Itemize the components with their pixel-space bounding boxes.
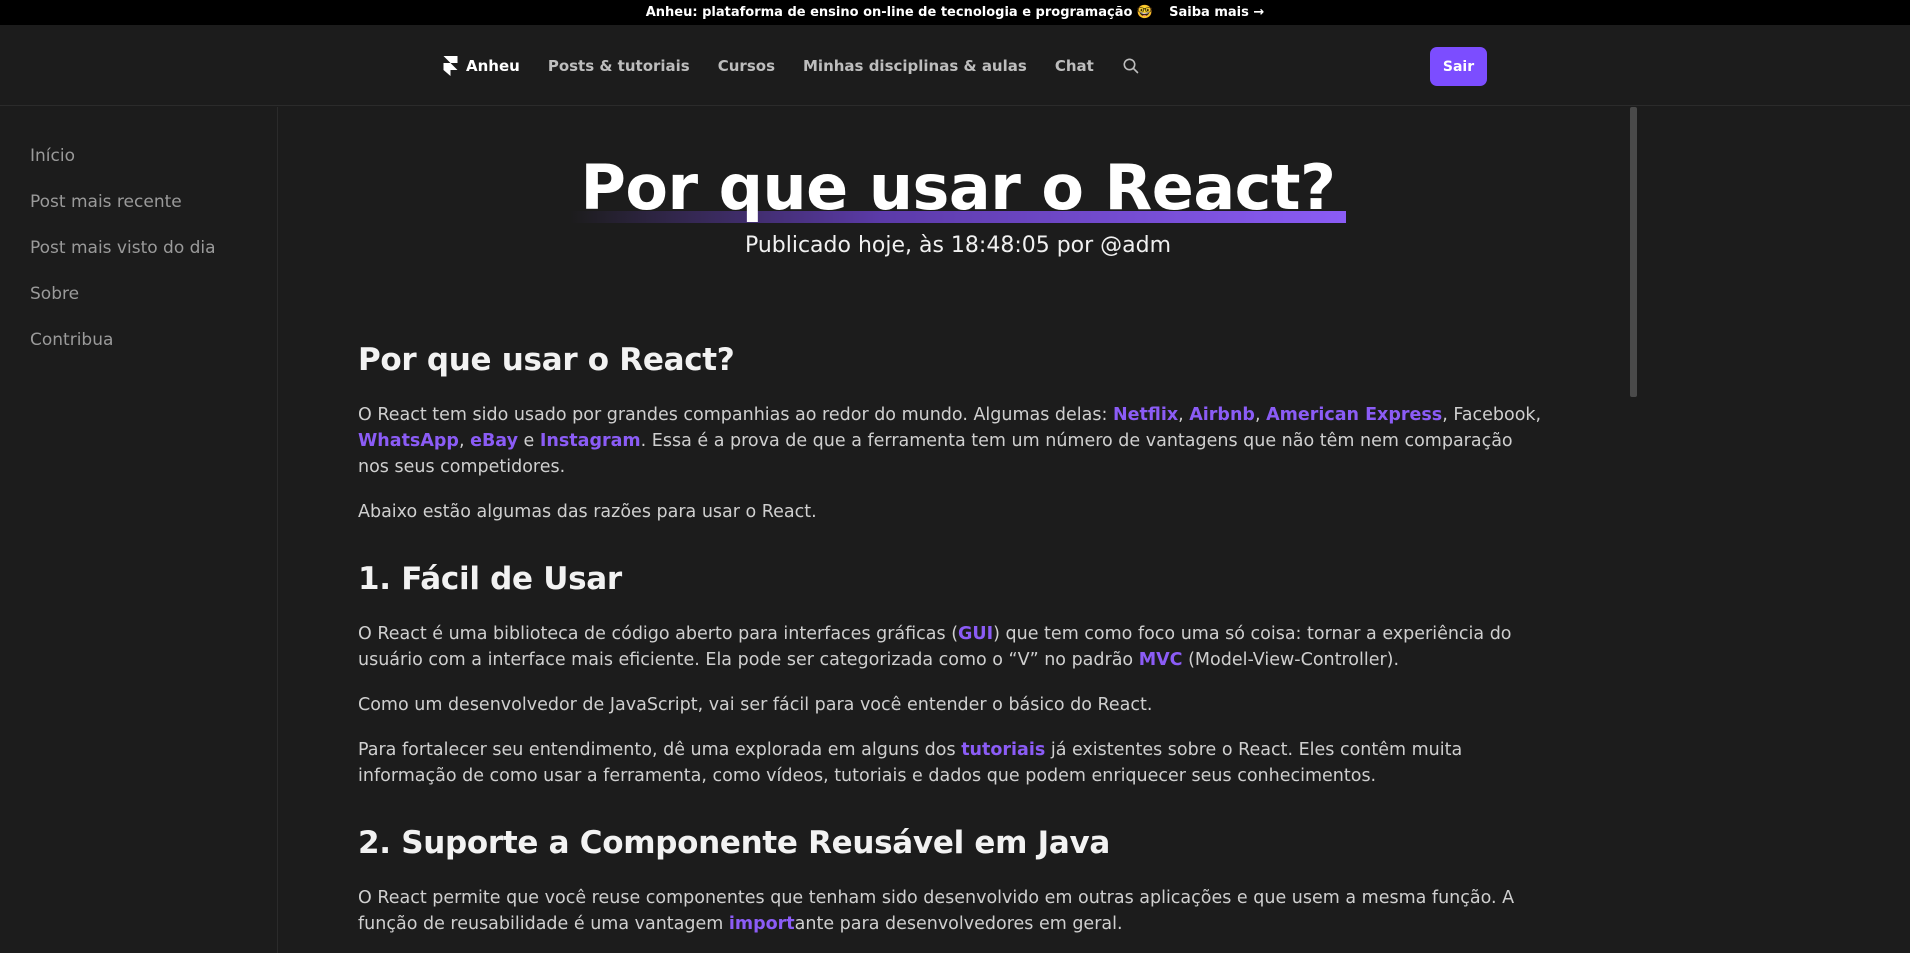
sidebar-item-post-mais-visto[interactable]: Post mais visto do dia (0, 230, 277, 276)
sidebar-item-post-recente[interactable]: Post mais recente (0, 184, 277, 230)
paragraph-javascript: Como um desenvolvedor de JavaScript, vai… (358, 695, 1153, 715)
link-netflix[interactable]: Netflix (1113, 405, 1178, 425)
post-header: Por que usar o React? Publicado hoje, às… (279, 152, 1637, 258)
paragraph-tutoriais: Para fortalecer seu entendimento, dê uma… (358, 740, 1463, 786)
link-ebay[interactable]: eBay (470, 431, 518, 451)
nav-link-chat[interactable]: Chat (1055, 57, 1094, 75)
article-body: Por que usar o React? O React tem sido u… (358, 342, 1548, 953)
paragraph-reuse: O React permite que você reuse component… (358, 888, 1515, 934)
announcement-bar: Anheu: plataforma de ensino on-line de t… (0, 0, 1910, 25)
link-mvc[interactable]: MVC (1139, 650, 1183, 670)
link-tutoriais[interactable]: tutoriais (961, 740, 1045, 760)
paragraph-reasons: Abaixo estão algumas das razões para usa… (358, 502, 817, 522)
paragraph-gui: O React é uma biblioteca de código abert… (358, 624, 1512, 670)
nav-link-cursos[interactable]: Cursos (718, 57, 775, 75)
link-gui[interactable]: GUI (958, 624, 993, 644)
search-icon[interactable] (1122, 57, 1140, 75)
nav-link-disciplinas[interactable]: Minhas disciplinas & aulas (803, 57, 1027, 75)
announcement-text: Anheu: plataforma de ensino on-line de t… (645, 5, 1154, 20)
post-meta: Publicado hoje, às 18:48:05 por @adm (744, 233, 1172, 259)
logout-button[interactable]: Sair (1430, 47, 1487, 86)
link-import[interactable]: import (729, 914, 795, 934)
framer-logo-icon (443, 55, 458, 76)
navbar: Anheu Posts & tutoriais Cursos Minhas di… (0, 25, 1910, 106)
sidebar-item-sobre[interactable]: Sobre (0, 276, 277, 322)
post-title: Por que usar o React? (570, 152, 1346, 224)
nav-link-posts[interactable]: Posts & tutoriais (548, 57, 690, 75)
link-whatsapp[interactable]: WhatsApp (358, 431, 459, 451)
sidebar-list: Início Post mais recente Post mais visto… (0, 107, 277, 368)
learn-more-link[interactable]: Saiba mais → (1169, 5, 1264, 20)
sidebar-item-contribua[interactable]: Contribua (0, 322, 277, 368)
heading-facil-de-usar: 1. Fácil de Usar (358, 561, 622, 597)
link-airbnb[interactable]: Airbnb (1189, 405, 1255, 425)
link-american-express[interactable]: American Express (1266, 405, 1442, 425)
link-instagram[interactable]: Instagram (540, 431, 641, 451)
paragraph-companies: O React tem sido usado por grandes compa… (358, 405, 1542, 477)
heading-intro: Por que usar o React? (358, 342, 735, 378)
nav-menu: Anheu Posts & tutoriais Cursos Minhas di… (443, 25, 1140, 106)
sidebar: Início Post mais recente Post mais visto… (0, 107, 278, 953)
sidebar-item-inicio[interactable]: Início (0, 138, 277, 184)
brand-logo[interactable]: Anheu (443, 55, 520, 76)
heading-componente-reusavel: 2. Suporte a Componente Reusável em Java (358, 825, 1110, 861)
scrollbar-thumb[interactable] (1630, 107, 1637, 397)
brand-name: Anheu (466, 56, 520, 75)
main-content: Por que usar o React? Publicado hoje, às… (279, 107, 1637, 953)
